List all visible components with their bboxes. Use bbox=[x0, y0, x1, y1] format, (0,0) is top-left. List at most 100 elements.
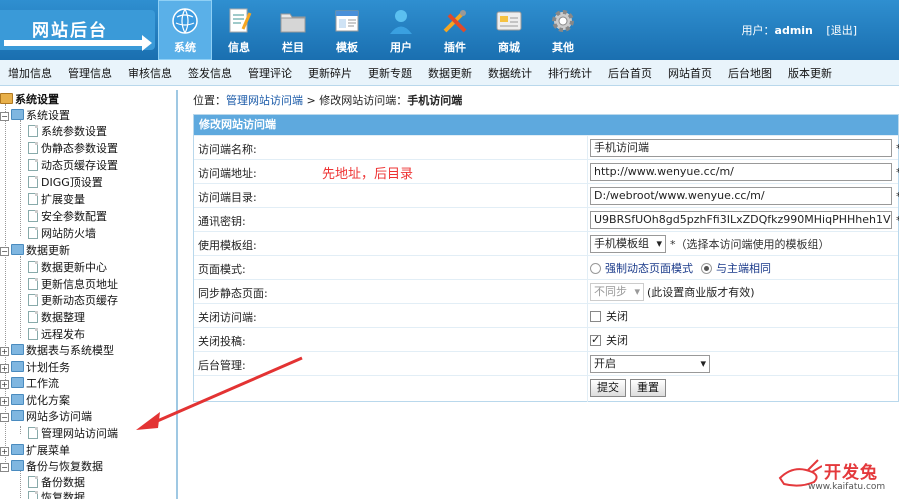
module-info[interactable]: 信息 bbox=[212, 0, 266, 60]
expand-icon: + bbox=[0, 364, 9, 373]
folder-icon bbox=[11, 244, 24, 255]
breadcrumb: 位置：管理网站访问端 > 修改网站访问端：手机访问端 bbox=[193, 94, 463, 107]
tree-item[interactable]: 更新信息页地址 bbox=[28, 277, 118, 293]
tree-item[interactable]: 伪静态参数设置 bbox=[28, 141, 118, 157]
tree-item[interactable]: 数据整理 bbox=[28, 310, 85, 326]
breadcrumb-current: 手机访问端 bbox=[407, 94, 463, 107]
subnav-data-update[interactable]: 数据更新 bbox=[420, 65, 480, 81]
tree-section-multi-access[interactable]: − 网站多访问端 bbox=[0, 409, 92, 425]
module-template[interactable]: 模板 bbox=[320, 0, 374, 60]
chevron-down-icon: ▾ bbox=[656, 237, 662, 250]
subnav-update-fragments[interactable]: 更新碎片 bbox=[300, 65, 360, 81]
module-column[interactable]: 栏目 bbox=[266, 0, 320, 60]
user-icon bbox=[386, 6, 416, 36]
subnav-review-info[interactable]: 审核信息 bbox=[120, 65, 180, 81]
row-close-post: 关闭投稿: 关闭 bbox=[194, 327, 898, 352]
breadcrumb-link[interactable]: 管理网站访问端 bbox=[226, 94, 303, 107]
subnav-data-stats[interactable]: 数据统计 bbox=[480, 65, 540, 81]
tree-section-extension-menu[interactable]: + 扩展菜单 bbox=[0, 443, 70, 459]
tree-section-workflow[interactable]: + 工作流 bbox=[0, 376, 59, 392]
tools-icon bbox=[440, 6, 470, 36]
module-label: 商城 bbox=[498, 41, 520, 54]
tree-section-system[interactable]: − 系统设置 bbox=[0, 108, 70, 124]
admin-select[interactable]: 开启 ▾ bbox=[590, 355, 710, 373]
tree-section-data-update[interactable]: − 数据更新 bbox=[0, 243, 70, 259]
expand-icon: + bbox=[0, 347, 9, 356]
user-prefix: 用户： bbox=[741, 24, 775, 37]
subnav-manage-info[interactable]: 管理信息 bbox=[60, 65, 120, 81]
module-label: 栏目 bbox=[282, 41, 304, 54]
subnav-admin-map[interactable]: 后台地图 bbox=[720, 65, 780, 81]
page-icon bbox=[28, 311, 38, 323]
top-bar: 网站后台 系统 信息 栏目 模板 用户 插件 商城 其他 用户：admin [退… bbox=[0, 0, 899, 60]
subnav-version-update[interactable]: 版本更新 bbox=[780, 65, 840, 81]
subnav-add-info[interactable]: 增加信息 bbox=[0, 65, 60, 81]
tree-item[interactable]: 更新动态页缓存 bbox=[28, 293, 118, 309]
folder-icon bbox=[11, 444, 24, 455]
tree-item-manage-access[interactable]: 管理网站访问端 bbox=[28, 426, 118, 442]
collapse-icon: − bbox=[0, 463, 9, 472]
submit-button[interactable]: 提交 bbox=[590, 379, 626, 397]
tree-item[interactable]: 远程发布 bbox=[28, 327, 85, 343]
logout-link[interactable]: [退出] bbox=[826, 24, 857, 37]
close-access-checkbox[interactable] bbox=[590, 310, 601, 322]
tree-item[interactable]: 扩展变量 bbox=[28, 192, 85, 208]
row-name: 访问端名称: 手机访问端* bbox=[194, 135, 899, 160]
module-plugin[interactable]: 插件 bbox=[428, 0, 482, 60]
collapse-icon: − bbox=[0, 247, 9, 256]
form-header: 修改网站访问端 bbox=[194, 115, 898, 135]
brand-logo: 网站后台 bbox=[0, 10, 155, 51]
tree-root[interactable]: 系统设置 bbox=[0, 92, 59, 108]
globe-icon bbox=[170, 6, 200, 36]
row-dir: 访问端目录: D:/webroot/www.wenyue.cc/m/* bbox=[194, 183, 899, 208]
row-sync: 同步静态页面: 不同步 ▾ (此设置商业版才有效) bbox=[194, 279, 898, 304]
collapse-icon: − bbox=[0, 112, 9, 121]
dir-input[interactable]: D:/webroot/www.wenyue.cc/m/ bbox=[590, 187, 892, 205]
annotation-note: 先地址，后目录 bbox=[322, 167, 414, 182]
home-folder-icon bbox=[0, 93, 13, 104]
subnav-rank-stats[interactable]: 排行统计 bbox=[540, 65, 600, 81]
module-other[interactable]: 其他 bbox=[536, 0, 590, 60]
mode-radio-dynamic[interactable] bbox=[590, 262, 601, 274]
tree-item[interactable]: 网站防火墙 bbox=[28, 226, 96, 242]
template-select[interactable]: 手机模板组 ▾ bbox=[590, 235, 666, 253]
folder-icon bbox=[11, 109, 24, 120]
tree-item[interactable]: 数据更新中心 bbox=[28, 260, 107, 276]
page-icon bbox=[28, 125, 38, 137]
key-input[interactable]: U9BRSfUOh8gd5pzhFfi3ILxZDQfkz990MHiqPHHh… bbox=[590, 211, 892, 229]
url-input[interactable]: http://www.wenyue.cc/m/ bbox=[590, 163, 892, 181]
subnav-site-home[interactable]: 网站首页 bbox=[660, 65, 720, 81]
tree-item[interactable]: 安全参数配置 bbox=[28, 209, 107, 225]
tree-section-scheduled-tasks[interactable]: + 计划任务 bbox=[0, 360, 70, 376]
tree-item[interactable]: 恢复数据 bbox=[28, 490, 85, 499]
module-system[interactable]: 系统 bbox=[158, 0, 212, 60]
folder-icon bbox=[11, 377, 24, 388]
module-user[interactable]: 用户 bbox=[374, 0, 428, 60]
edit-access-form: 修改网站访问端 访问端名称: 手机访问端* 访问端地址: http://www.… bbox=[193, 114, 899, 402]
tree-section-tables-models[interactable]: + 数据表与系统模型 bbox=[0, 343, 114, 359]
tree-item[interactable]: 备份数据 bbox=[28, 475, 85, 491]
subnav-issue-info[interactable]: 签发信息 bbox=[180, 65, 240, 81]
module-shop[interactable]: 商城 bbox=[482, 0, 536, 60]
module-label: 信息 bbox=[228, 41, 250, 54]
row-key: 通讯密钥: U9BRSfUOh8gd5pzhFfi3ILxZDQfkz990MH… bbox=[194, 207, 899, 232]
reset-button[interactable]: 重置 bbox=[630, 379, 666, 397]
chevron-down-icon: ▾ bbox=[700, 357, 706, 370]
tree-section-optimization[interactable]: + 优化方案 bbox=[0, 393, 70, 409]
tree-item[interactable]: 系统参数设置 bbox=[28, 124, 107, 140]
page-icon bbox=[28, 427, 38, 439]
tree-item[interactable]: 动态页缓存设置 bbox=[28, 158, 118, 174]
subnav-admin-home[interactable]: 后台首页 bbox=[600, 65, 660, 81]
row-mode: 页面模式: 强制动态页面模式 与主端相同 bbox=[194, 255, 898, 280]
close-post-checkbox[interactable] bbox=[590, 333, 601, 346]
page-icon bbox=[28, 328, 38, 340]
sync-select[interactable]: 不同步 ▾ bbox=[590, 283, 644, 301]
subnav-manage-comments[interactable]: 管理评论 bbox=[240, 65, 300, 81]
mode-radio-same[interactable] bbox=[701, 262, 712, 274]
subnav-update-topics[interactable]: 更新专题 bbox=[360, 65, 420, 81]
gear-icon bbox=[548, 6, 578, 36]
tree-section-backup[interactable]: − 备份与恢复数据 bbox=[0, 459, 103, 475]
brand-title: 网站后台 bbox=[32, 21, 108, 41]
name-input[interactable]: 手机访问端 bbox=[590, 139, 892, 157]
tree-item[interactable]: DIGG顶设置 bbox=[28, 175, 103, 191]
